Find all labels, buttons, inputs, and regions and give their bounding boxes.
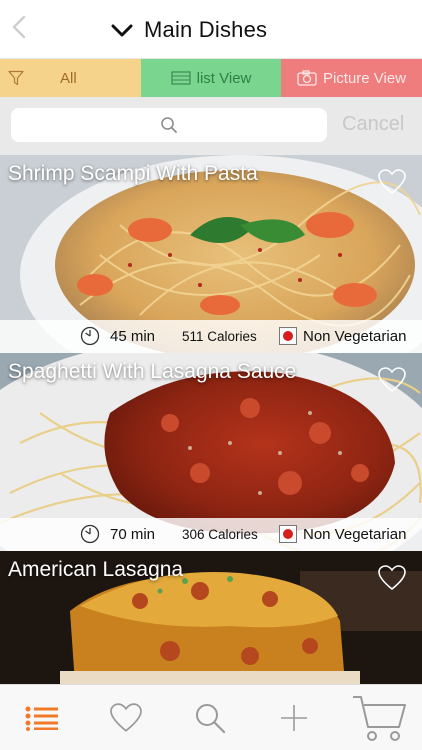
cook-time: 70 min — [110, 526, 156, 543]
picture-view-label: Picture View — [322, 69, 407, 87]
clock-icon — [80, 326, 100, 346]
camera-icon — [297, 70, 317, 86]
recipe-card[interactable]: Spaghetti With Lasagna Sauce 70 min 306 … — [0, 353, 422, 551]
category-selector[interactable]: Main Dishes — [110, 12, 267, 48]
list-icon — [25, 706, 58, 731]
chevron-left-icon — [12, 15, 26, 39]
heart-icon — [110, 703, 142, 732]
search-icon — [196, 704, 226, 734]
list-view-label: list View — [196, 69, 252, 87]
filter-all-button[interactable]: All — [0, 59, 141, 97]
search-row: Cancel — [0, 97, 422, 155]
non-veg-indicator-icon — [279, 327, 297, 345]
calories: 511 Calories — [182, 329, 257, 344]
filter-icon — [8, 70, 24, 86]
cook-time: 45 min — [110, 328, 156, 345]
view-filter-bar: All list View Picture View — [0, 59, 422, 97]
favorite-button[interactable] — [378, 367, 406, 398]
search-input[interactable] — [11, 108, 327, 142]
heart-icon — [378, 367, 406, 393]
list-view-icon — [171, 71, 191, 85]
picture-view-button[interactable]: Picture View — [281, 59, 422, 97]
recipe-name: Spaghetti With Lasagna Sauce — [8, 360, 297, 383]
recipe-card[interactable]: Shrimp Scampi With Pasta 45 min 511 Calo… — [0, 155, 422, 353]
favorite-button[interactable] — [378, 565, 406, 596]
diet-type: Non Vegetarian — [303, 328, 407, 345]
list-view-button[interactable]: list View — [141, 59, 281, 97]
page-title: Main Dishes — [144, 17, 268, 42]
tab-cart[interactable] — [336, 685, 422, 750]
recipe-name: American Lasagna — [8, 558, 184, 581]
recipe-info-bar: 70 min 306 Calories Non Vegetarian — [0, 518, 422, 551]
recipe-info-bar: 45 min 511 Calories Non Vegetarian — [0, 320, 422, 353]
non-veg-indicator-icon — [279, 525, 297, 543]
filter-all-label: All — [60, 69, 77, 87]
recipe-name: Shrimp Scampi With Pasta — [8, 162, 258, 185]
cart-icon — [353, 696, 406, 741]
bottom-tab-bar — [0, 684, 422, 750]
diet-type: Non Vegetarian — [303, 526, 407, 543]
favorite-button[interactable] — [378, 169, 406, 200]
add-icon — [281, 705, 307, 731]
heart-icon — [378, 565, 406, 591]
heart-icon — [378, 169, 406, 195]
clock-icon — [80, 524, 100, 544]
tab-favorites[interactable] — [84, 685, 168, 750]
tab-list[interactable] — [0, 685, 84, 750]
calories: 306 Calories — [182, 527, 258, 542]
cancel-button[interactable]: Cancel — [342, 113, 404, 136]
tab-search[interactable] — [168, 685, 252, 750]
recipe-card[interactable]: American Lasagna — [0, 551, 422, 684]
search-icon — [161, 117, 177, 133]
nav-header: Main Dishes — [0, 0, 422, 59]
tab-add[interactable] — [252, 685, 336, 750]
back-button[interactable] — [6, 10, 32, 44]
chevron-down-icon — [111, 24, 133, 37]
